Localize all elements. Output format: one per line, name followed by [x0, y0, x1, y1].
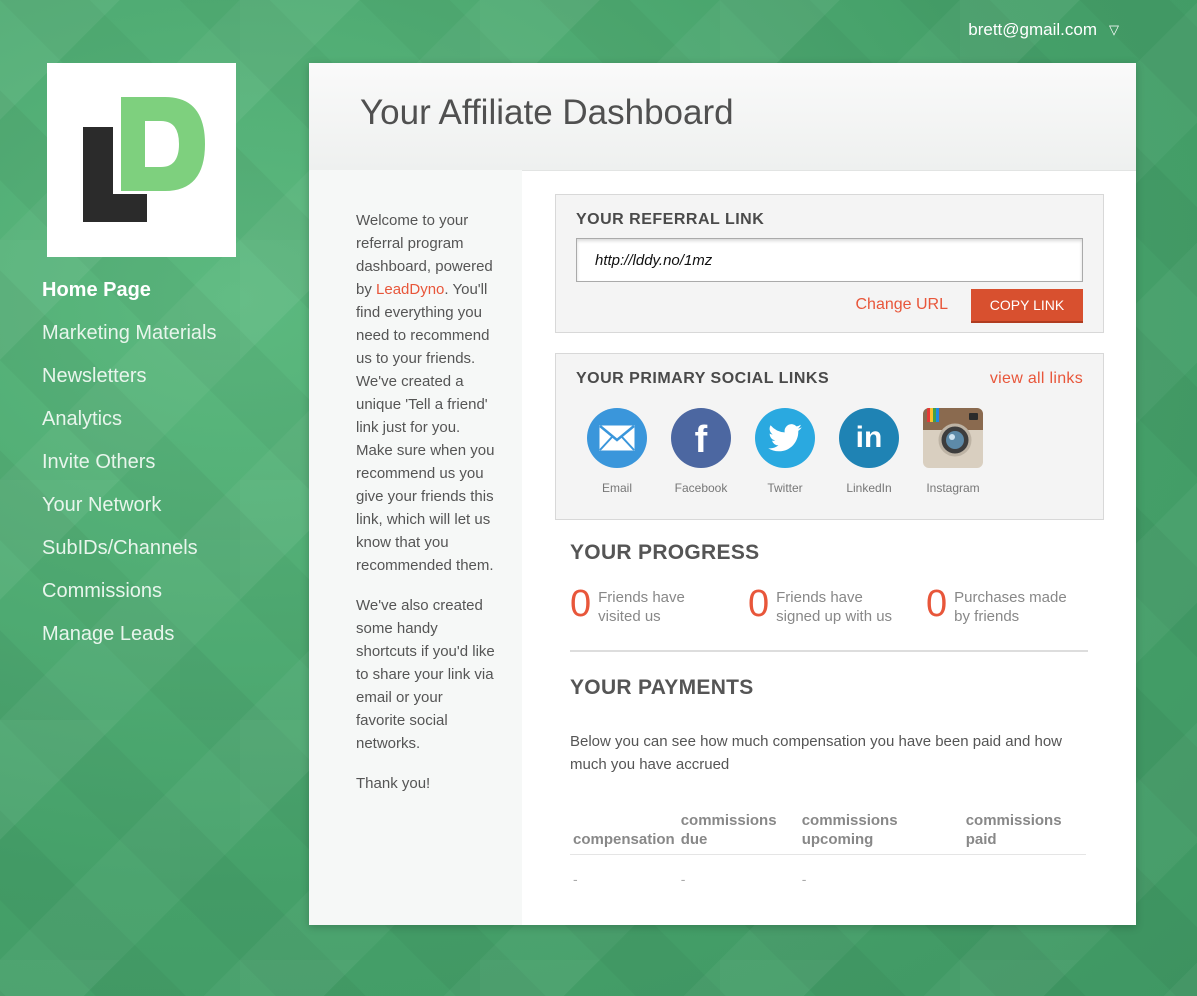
social-linkedin-label: LinkedIn — [846, 481, 892, 495]
social-facebook-label: Facebook — [674, 481, 728, 495]
nav-item-home-page[interactable]: Home Page — [42, 275, 217, 318]
instagram-icon — [923, 408, 983, 468]
referral-link-input[interactable] — [576, 238, 1083, 282]
payments-table: compensation commissions due commissions… — [570, 811, 1086, 887]
nav-item-newsletters[interactable]: Newsletters — [42, 361, 217, 404]
copy-link-button[interactable]: COPY LINK — [971, 289, 1083, 323]
email-icon — [587, 408, 647, 468]
nav-item-commissions[interactable]: Commissions — [42, 576, 217, 619]
nav-item-invite-others[interactable]: Invite Others — [42, 447, 217, 490]
intro-shortcuts-paragraph: We've also created some handy shortcuts … — [356, 597, 495, 752]
stat-value: 0 — [926, 583, 948, 625]
social-linkedin[interactable]: in LinkedIn — [839, 408, 899, 495]
stat-value: 0 — [748, 583, 770, 625]
social-email-label: Email — [601, 481, 632, 495]
payments-section: YOUR PAYMENTS Below you can see how much… — [555, 676, 1104, 887]
card-header: Your Affiliate Dashboard — [309, 63, 1136, 171]
leaddyno-logo-icon — [83, 97, 205, 222]
dashboard-card: Your Affiliate Dashboard Welcome to your… — [309, 63, 1136, 925]
progress-stats: 0 Friends have visited us 0 Friends have s… — [570, 585, 1104, 626]
nav-item-subids-channels[interactable]: SubIDs/Channels — [42, 533, 217, 576]
stat-purchases: 0 Purchases made by friends — [926, 585, 1104, 626]
view-all-links[interactable]: view all links — [990, 370, 1083, 388]
user-menu[interactable]: brett@gmail.com ▽ — [968, 20, 1119, 40]
nav-item-analytics[interactable]: Analytics — [42, 404, 217, 447]
nav-item-marketing-materials[interactable]: Marketing Materials — [42, 318, 217, 361]
social-instagram[interactable]: Instagram — [923, 408, 983, 495]
chevron-down-icon: ▽ — [1109, 22, 1119, 37]
payments-title: YOUR PAYMENTS — [570, 676, 754, 699]
table-row: - - - — [570, 855, 1086, 888]
social-email[interactable]: Email — [587, 408, 647, 495]
stat-value: 0 — [570, 583, 592, 625]
divider — [570, 650, 1088, 652]
table-cell — [963, 855, 1086, 888]
stat-label: Friends have visited us — [598, 589, 685, 625]
table-header-row: compensation commissions due commissions… — [570, 811, 1086, 855]
payments-description: Below you can see how much compensation … — [570, 733, 1062, 773]
logo — [47, 63, 236, 257]
intro-panel: Welcome to your referral program dashboa… — [309, 170, 522, 925]
social-links-panel: YOUR PRIMARY SOCIAL LINKS view all links… — [555, 353, 1104, 520]
table-cell: - — [801, 871, 807, 887]
nav-item-your-network[interactable]: Your Network — [42, 490, 217, 533]
intro-paragraph: Welcome to your referral program dashboa… — [356, 209, 496, 577]
progress-section: YOUR PROGRESS 0 Friends have visited us 0… — [555, 541, 1104, 652]
column-header: commissions due — [677, 811, 799, 855]
column-header: commissions paid — [962, 811, 1086, 855]
sidebar-nav: Home Page Marketing Materials Newsletter… — [42, 275, 217, 662]
referral-link-panel: YOUR REFERRAL LINK Change URL COPY LINK — [555, 194, 1104, 333]
user-email: brett@gmail.com — [968, 20, 1097, 39]
nav-item-manage-leads[interactable]: Manage Leads — [42, 619, 217, 662]
main-content: YOUR REFERRAL LINK Change URL COPY LINK … — [555, 194, 1104, 887]
twitter-icon — [755, 408, 815, 468]
intro-text-cont: . You'll find everything you need to rec… — [356, 281, 495, 574]
column-header: compensation — [570, 811, 678, 855]
table-cell: - — [680, 871, 686, 887]
table-cell: - — [573, 871, 578, 887]
progress-title: YOUR PROGRESS — [570, 541, 760, 564]
stat-signed-up: 0 Friends have signed up with us — [748, 585, 926, 626]
social-instagram-label: Instagram — [926, 481, 980, 495]
social-icons: Email f Facebook Twitter in LinkedIn Ins… — [587, 408, 983, 495]
social-twitter-label: Twitter — [767, 481, 803, 495]
change-url-link[interactable]: Change URL — [856, 296, 949, 314]
facebook-icon: f — [671, 408, 731, 468]
social-twitter[interactable]: Twitter — [755, 408, 815, 495]
brand-link[interactable]: LeadDyno — [376, 281, 444, 298]
linkedin-icon: in — [839, 408, 899, 468]
social-links-title: YOUR PRIMARY SOCIAL LINKS — [576, 370, 830, 387]
page-title: Your Affiliate Dashboard — [360, 93, 734, 132]
stat-visited: 0 Friends have visited us — [570, 585, 748, 626]
intro-thanks: Thank you! — [356, 775, 431, 792]
column-header: commissions upcoming — [798, 811, 963, 855]
stat-label: Purchases made by friends — [954, 589, 1067, 625]
referral-link-title: YOUR REFERRAL LINK — [576, 211, 765, 228]
social-facebook[interactable]: f Facebook — [671, 408, 731, 495]
stat-label: Friends have signed up with us — [776, 589, 893, 625]
